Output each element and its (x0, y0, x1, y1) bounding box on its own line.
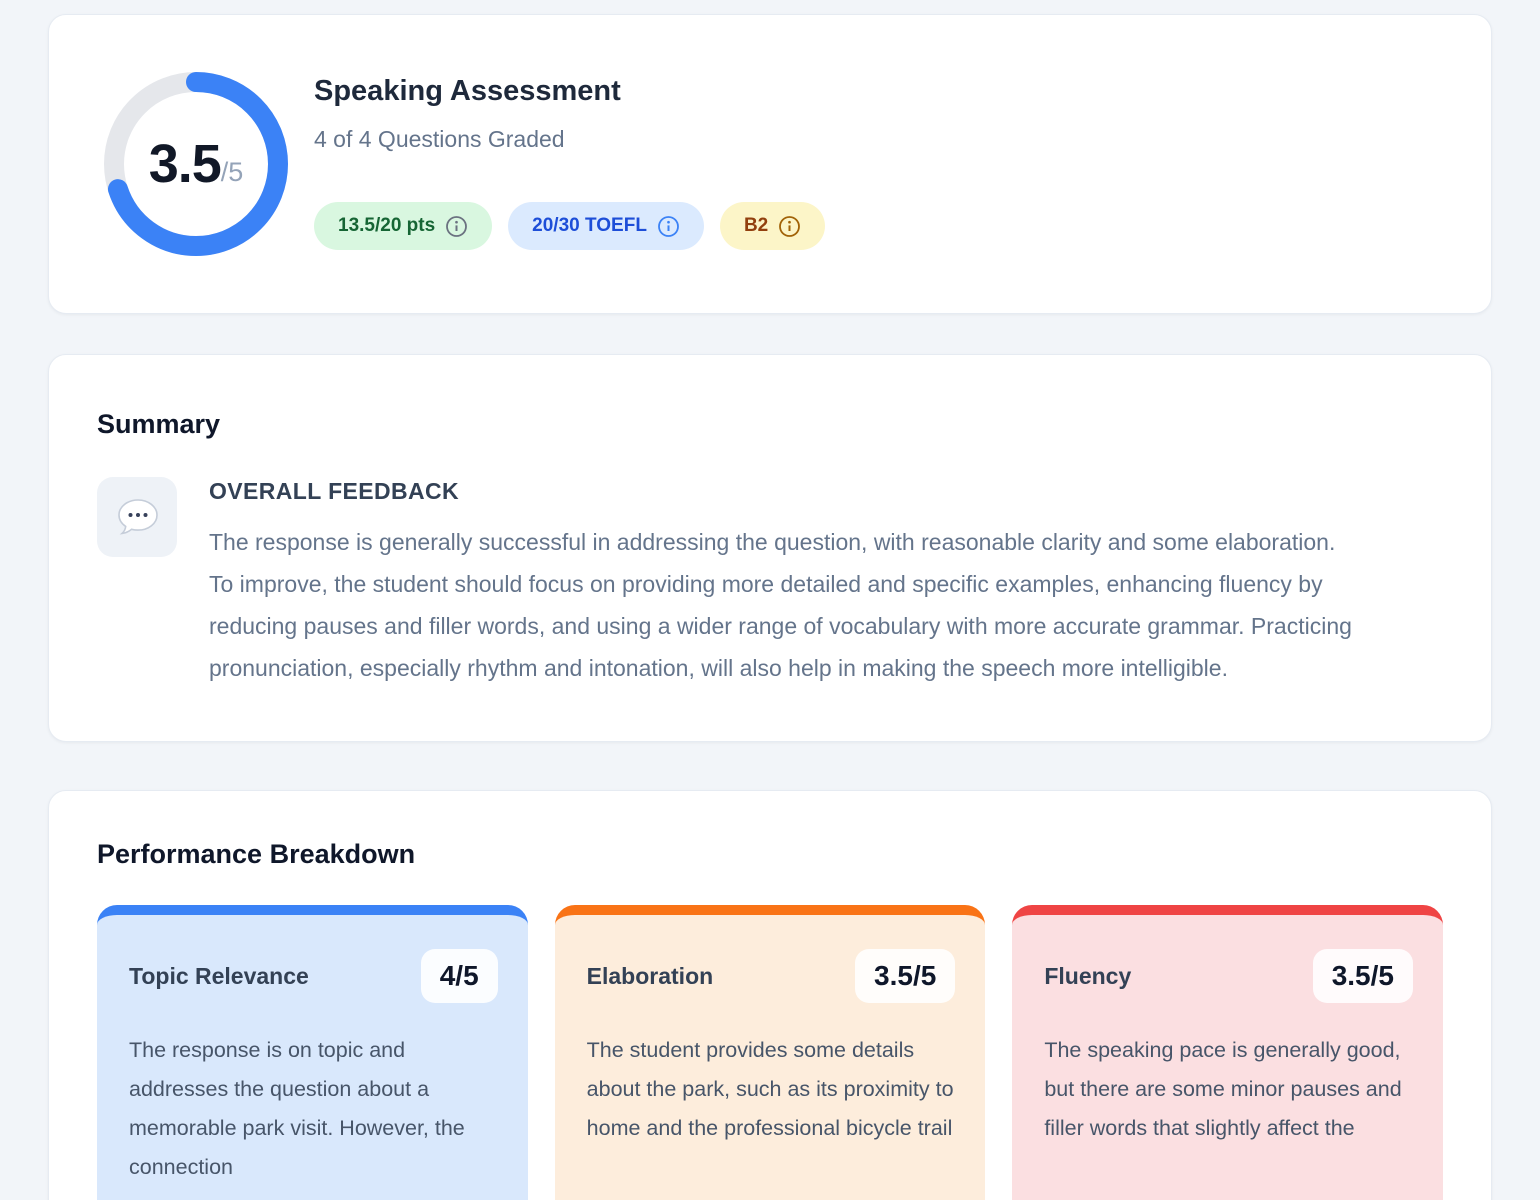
page-title: Speaking Assessment (314, 74, 825, 108)
info-icon[interactable] (445, 215, 468, 238)
fluency-title: Fluency (1044, 963, 1131, 990)
fluency-feedback: The speaking pace is generally good, but… (1044, 1031, 1413, 1148)
topic-relevance-score: 4/5 (421, 949, 498, 1003)
score-ring-label: 3.5 /5 (104, 72, 288, 256)
performance-breakdown-heading: Performance Breakdown (97, 837, 1443, 871)
elaboration-card: Elaboration 3.5/5 The student provides s… (555, 905, 986, 1200)
topic-relevance-header: Topic Relevance 4/5 (129, 949, 498, 1003)
toefl-badge[interactable]: 20/30 TOEFL (508, 202, 704, 250)
overall-feedback-block: OVERALL FEEDBACK The response is general… (209, 477, 1359, 689)
info-icon[interactable] (657, 215, 680, 238)
elaboration-title: Elaboration (587, 963, 714, 990)
assessment-header-info: Speaking Assessment 4 of 4 Questions Gra… (314, 72, 825, 250)
overall-score-value: 3.5 (149, 133, 221, 195)
elaboration-header: Elaboration 3.5/5 (587, 949, 956, 1003)
cefr-level-badge-label: B2 (744, 215, 768, 237)
overall-score-ring: 3.5 /5 (104, 72, 288, 256)
fluency-score: 3.5/5 (1313, 949, 1413, 1003)
topic-relevance-title: Topic Relevance (129, 963, 309, 990)
questions-graded-status: 4 of 4 Questions Graded (314, 124, 825, 154)
info-icon[interactable] (778, 215, 801, 238)
fluency-header: Fluency 3.5/5 (1044, 949, 1413, 1003)
overall-score-max: /5 (221, 157, 244, 188)
cefr-level-badge[interactable]: B2 (720, 202, 825, 250)
overall-feedback-label: OVERALL FEEDBACK (209, 477, 1359, 505)
topic-relevance-card: Topic Relevance 4/5 The response is on t… (97, 905, 528, 1200)
elaboration-score: 3.5/5 (855, 949, 955, 1003)
speech-balloon-icon (97, 477, 177, 557)
toefl-badge-label: 20/30 TOEFL (532, 215, 647, 237)
topic-relevance-feedback: The response is on topic and addresses t… (129, 1031, 498, 1187)
summary-body: OVERALL FEEDBACK The response is general… (97, 477, 1443, 689)
points-badge[interactable]: 13.5/20 pts (314, 202, 492, 250)
performance-cards-grid: Topic Relevance 4/5 The response is on t… (97, 905, 1443, 1200)
points-badge-label: 13.5/20 pts (338, 215, 435, 237)
overall-feedback-text: The response is generally successful in … (209, 521, 1359, 689)
performance-breakdown-card: Performance Breakdown Topic Relevance 4/… (48, 790, 1492, 1200)
elaboration-feedback: The student provides some details about … (587, 1031, 956, 1148)
summary-heading: Summary (97, 407, 1443, 441)
assessment-header-card: 3.5 /5 Speaking Assessment 4 of 4 Questi… (48, 14, 1492, 314)
fluency-card: Fluency 3.5/5 The speaking pace is gener… (1012, 905, 1443, 1200)
score-badges-row: 13.5/20 pts 20/30 TOEFL B2 (314, 202, 825, 250)
summary-card: Summary OVERALL FEEDBACK The response is… (48, 354, 1492, 742)
